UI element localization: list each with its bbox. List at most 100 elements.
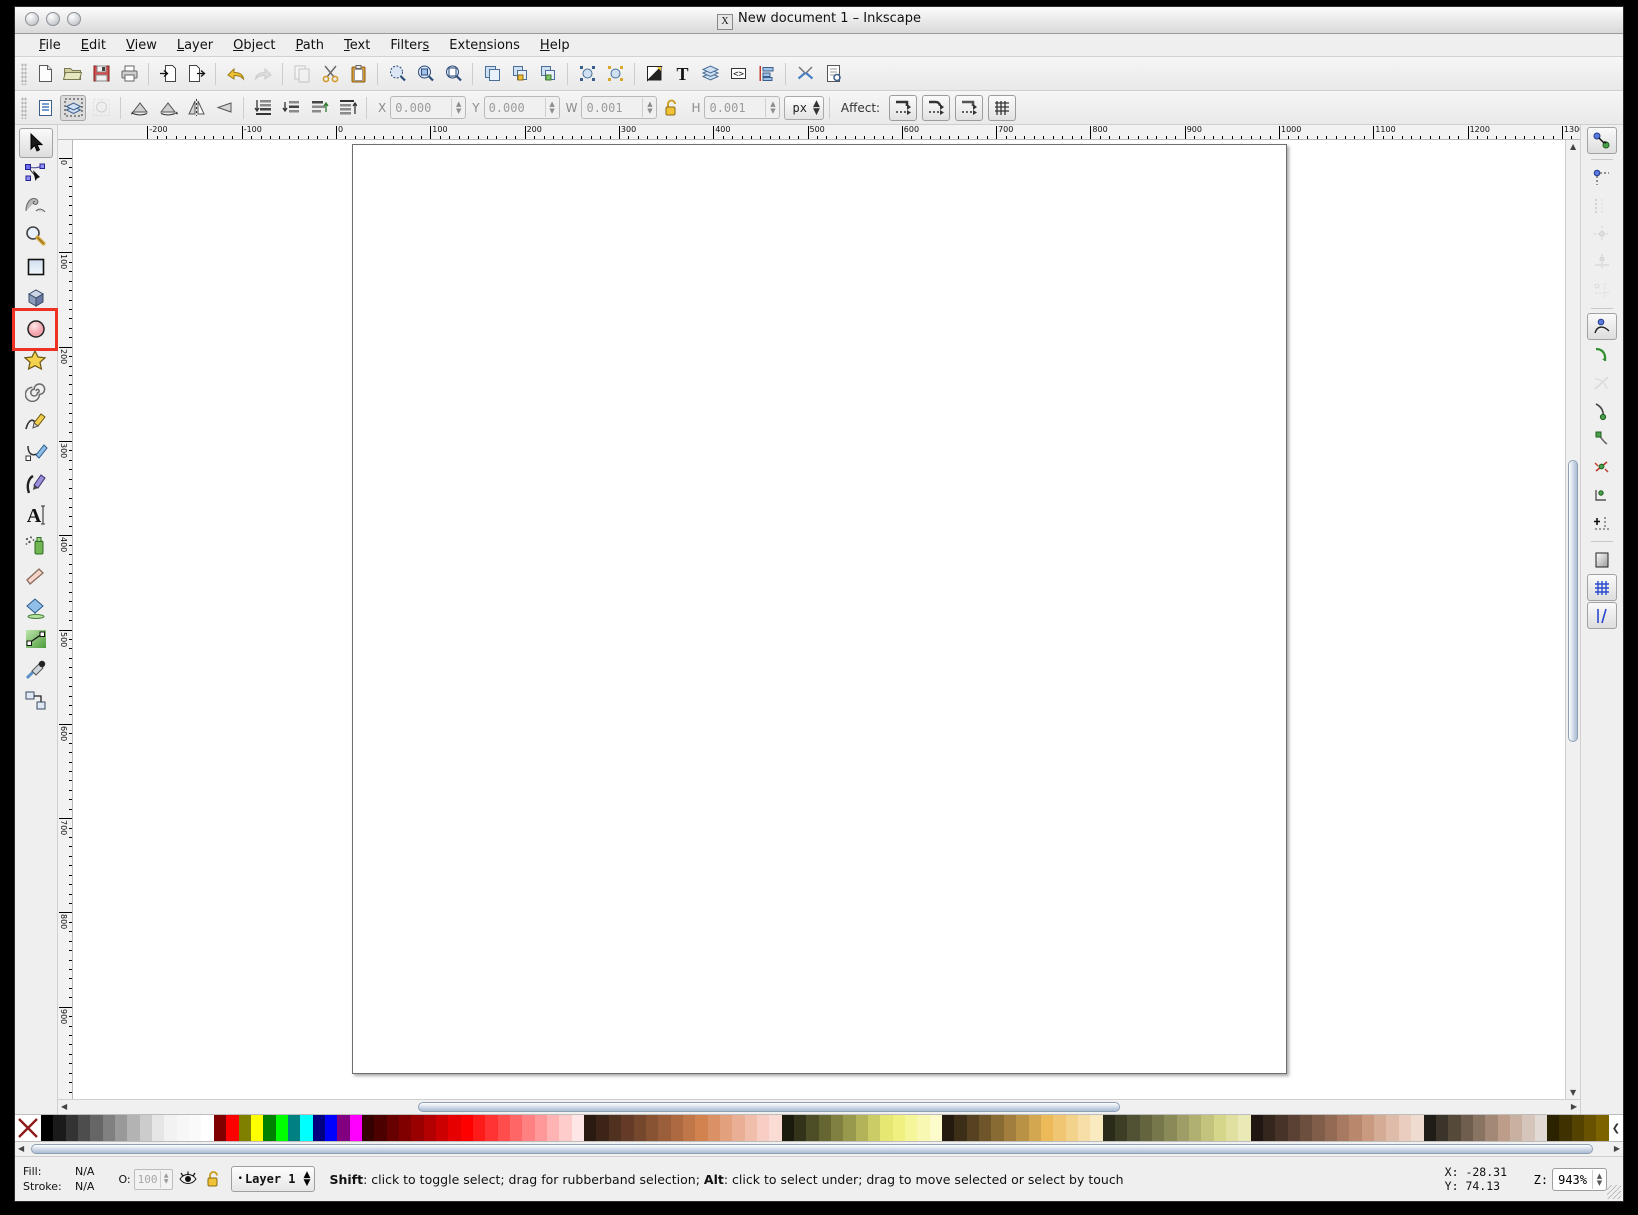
- palette-swatch[interactable]: [745, 1115, 757, 1141]
- palette-swatch[interactable]: [732, 1115, 744, 1141]
- cut-icon[interactable]: [317, 61, 343, 87]
- zoom-spinner[interactable]: ▲▼: [1592, 1170, 1606, 1189]
- palette-swatch[interactable]: [276, 1115, 288, 1141]
- menu-path[interactable]: Path: [285, 36, 334, 55]
- zoom-field[interactable]: 943% ▲▼: [1552, 1168, 1607, 1191]
- palette-swatch[interactable]: [782, 1115, 794, 1141]
- palette-swatch[interactable]: [584, 1115, 596, 1141]
- palette-swatch[interactable]: [1312, 1115, 1324, 1141]
- palette-swatch[interactable]: [843, 1115, 855, 1141]
- box3d-tool[interactable]: [19, 283, 53, 313]
- vertical-scrollbar-thumb[interactable]: [1568, 460, 1578, 742]
- palette-swatch[interactable]: [448, 1115, 460, 1141]
- palette-swatch[interactable]: [1473, 1115, 1485, 1141]
- palette-swatch[interactable]: [436, 1115, 448, 1141]
- palette-swatch[interactable]: [1337, 1115, 1349, 1141]
- palette-swatch[interactable]: [1288, 1115, 1300, 1141]
- palette-swatch[interactable]: [362, 1115, 374, 1141]
- palette-swatch[interactable]: [905, 1115, 917, 1141]
- raise-icon[interactable]: [306, 95, 332, 121]
- y-field-spinner[interactable]: ▲▼: [545, 98, 559, 117]
- menu-edit[interactable]: Edit: [71, 36, 116, 55]
- palette-swatch[interactable]: [1362, 1115, 1374, 1141]
- palette-swatch[interactable]: [1572, 1115, 1584, 1141]
- palette-swatch[interactable]: [1325, 1115, 1337, 1141]
- raise-to-top-icon[interactable]: [334, 95, 360, 121]
- spiral-tool[interactable]: [19, 376, 53, 406]
- open-document-icon[interactable]: [60, 61, 86, 87]
- palette-swatch[interactable]: [1263, 1115, 1275, 1141]
- calligraphy-tool[interactable]: [19, 469, 53, 499]
- palette-swatch[interactable]: [831, 1115, 843, 1141]
- palette-swatch[interactable]: [1078, 1115, 1090, 1141]
- select-same-icon[interactable]: [602, 61, 628, 87]
- x-field-spinner[interactable]: ▲▼: [451, 98, 465, 117]
- text-properties-icon[interactable]: T: [669, 61, 695, 87]
- layer-lock-icon[interactable]: [203, 1168, 225, 1190]
- palette-swatch[interactable]: [720, 1115, 732, 1141]
- tool-options-grip[interactable]: [21, 97, 27, 119]
- palette-swatch[interactable]: [1300, 1115, 1312, 1141]
- palette-swatch[interactable]: [461, 1115, 473, 1141]
- snap-grid-icon[interactable]: [1587, 574, 1617, 601]
- palette-swatch[interactable]: [868, 1115, 880, 1141]
- snap-bbox-edge-icon[interactable]: [1587, 192, 1617, 219]
- palette-swatch[interactable]: [1547, 1115, 1559, 1141]
- palette-swatch[interactable]: [66, 1115, 78, 1141]
- palette-swatch[interactable]: [1559, 1115, 1571, 1141]
- raise-to-top-selection-icon[interactable]: [574, 61, 600, 87]
- palette-swatch[interactable]: [769, 1115, 781, 1141]
- palette-swatches[interactable]: [41, 1115, 1609, 1141]
- palette-swatch[interactable]: [621, 1115, 633, 1141]
- palette-swatch[interactable]: [1522, 1115, 1534, 1141]
- rotate-90-cw-icon[interactable]: [155, 95, 181, 121]
- palette-swatch[interactable]: [115, 1115, 127, 1141]
- palette-swatch[interactable]: [658, 1115, 670, 1141]
- palette-swatch[interactable]: [1374, 1115, 1386, 1141]
- palette-swatch[interactable]: [1066, 1115, 1078, 1141]
- palette-swatch[interactable]: [387, 1115, 399, 1141]
- palette-swatch[interactable]: [152, 1115, 164, 1141]
- flip-horizontal-icon[interactable]: [183, 95, 209, 121]
- palette-swatch[interactable]: [1535, 1115, 1547, 1141]
- palette-swatch[interactable]: [288, 1115, 300, 1141]
- bottom-scrollbar-thumb[interactable]: [31, 1144, 1593, 1154]
- palette-swatch[interactable]: [1016, 1115, 1028, 1141]
- node-tool[interactable]: [19, 159, 53, 189]
- palette-swatch[interactable]: [1226, 1115, 1238, 1141]
- palette-swatch[interactable]: [313, 1115, 325, 1141]
- palette-none-swatch[interactable]: [15, 1115, 41, 1141]
- palette-swatch[interactable]: [239, 1115, 251, 1141]
- palette-swatch[interactable]: [177, 1115, 189, 1141]
- rectangle-tool[interactable]: [19, 252, 53, 282]
- palette-swatch[interactable]: [1510, 1115, 1522, 1141]
- canvas[interactable]: [73, 140, 1565, 1099]
- palette-swatch[interactable]: [535, 1115, 547, 1141]
- print-document-icon[interactable]: [116, 61, 142, 87]
- menu-object[interactable]: Object: [223, 36, 285, 55]
- palette-swatch[interactable]: [991, 1115, 1003, 1141]
- y-field-input[interactable]: [485, 98, 545, 117]
- opacity-field[interactable]: 100 ▲▼: [134, 1169, 173, 1190]
- palette-swatch[interactable]: [53, 1115, 65, 1141]
- affect-patterns-icon[interactable]: [988, 95, 1016, 121]
- new-document-icon[interactable]: [32, 61, 58, 87]
- palette-swatch[interactable]: [510, 1115, 522, 1141]
- palette-swatch[interactable]: [547, 1115, 559, 1141]
- palette-swatch[interactable]: [1103, 1115, 1115, 1141]
- text-tool[interactable]: A: [19, 500, 53, 530]
- x-field-input[interactable]: [391, 98, 451, 117]
- palette-swatch[interactable]: [1251, 1115, 1263, 1141]
- zoom-selection-icon[interactable]: [384, 61, 410, 87]
- palette-swatch[interactable]: [78, 1115, 90, 1141]
- lower-to-bottom-icon[interactable]: [250, 95, 276, 121]
- palette-swatch[interactable]: [1140, 1115, 1152, 1141]
- palette-swatch[interactable]: [1177, 1115, 1189, 1141]
- affect-rounded-corners-icon[interactable]: [922, 95, 950, 121]
- h-field[interactable]: ▲▼: [704, 96, 780, 119]
- palette-swatch[interactable]: [856, 1115, 868, 1141]
- palette-swatch[interactable]: [214, 1115, 226, 1141]
- horizontal-scrollbar[interactable]: ◀ ▶: [58, 1099, 1580, 1114]
- fill-stroke-indicator[interactable]: Fill:N/A Stroke:N/A: [23, 1164, 94, 1194]
- select-all-icon[interactable]: [32, 95, 58, 121]
